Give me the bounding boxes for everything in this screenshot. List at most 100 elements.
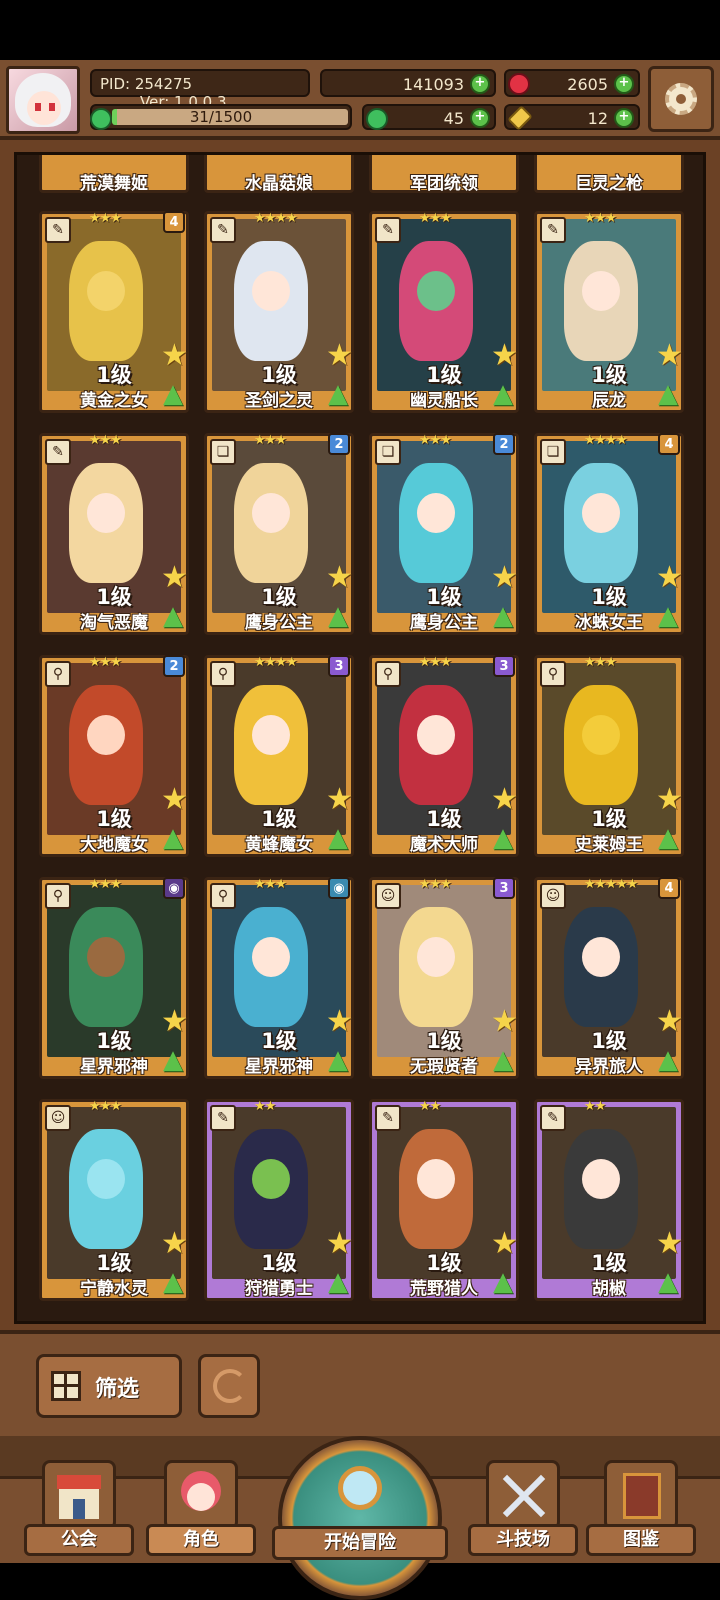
staff-icon: ⚲ — [45, 661, 71, 687]
character-card[interactable]: ☺ ★★★ 1级 宁静水灵 ★ ▲ — [39, 1099, 189, 1301]
level-up-arrow-icon[interactable]: ▲ — [328, 1045, 356, 1075]
character-card[interactable]: ✎ ★★★ 1级 辰龙 ★ ▲ — [534, 211, 684, 413]
character-card[interactable]: ✎ ★★ 1级 荒野猎人 ★ ▲ — [369, 1099, 519, 1301]
character-card[interactable]: ✎ ★★ 1级 狩猎勇士 ★ ▲ — [204, 1099, 354, 1301]
filter-button[interactable]: 筛选 — [36, 1354, 182, 1418]
star-up-icon[interactable]: ★ — [656, 785, 686, 815]
level-up-arrow-icon[interactable]: ▲ — [658, 601, 686, 631]
portrait-face — [87, 937, 125, 977]
character-card[interactable]: ✎ ★★★ 1级 黄金之女 ★ ▲ 4 — [39, 211, 189, 413]
level-up-arrow-icon[interactable]: ▲ — [493, 601, 521, 631]
character-card[interactable]: ❏ ★★★ 1级 鹰身公主 ★ ▲ 2 — [369, 433, 519, 635]
level-up-arrow-icon[interactable]: ▲ — [163, 1045, 191, 1075]
staff-icon: ⚲ — [375, 661, 401, 687]
level-up-arrow-icon[interactable]: ▲ — [328, 823, 356, 853]
character-card[interactable]: ☺ ★★★★★ 1级 异界旅人 ★ ▲ 4 — [534, 877, 684, 1079]
star-up-icon[interactable]: ★ — [161, 341, 191, 371]
rank-badge: ◉ — [328, 877, 350, 899]
star-rating: ★★★ — [89, 655, 122, 670]
nav-character[interactable]: 角色 — [146, 1446, 256, 1556]
nav-codex[interactable]: 图鉴 — [586, 1446, 696, 1556]
player-avatar[interactable] — [6, 66, 80, 134]
star-up-icon[interactable]: ★ — [656, 1229, 686, 1259]
star-rating: ★★★★ — [254, 655, 298, 670]
character-card[interactable]: ⚲ ★★★ 1级 星界邪神 ★ ▲ ◉ — [204, 877, 354, 1079]
avatar-face — [27, 91, 61, 125]
star-up-icon[interactable]: ★ — [326, 563, 356, 593]
character-card[interactable]: ⚲ ★★★ 1级 大地魔女 ★ ▲ 2 — [39, 655, 189, 857]
portrait-face — [252, 715, 290, 755]
character-card-partial[interactable]: 巨灵之枪 — [534, 155, 684, 195]
star-up-icon[interactable]: ★ — [161, 785, 191, 815]
avatar-eye — [49, 103, 55, 111]
star-up-icon[interactable]: ★ — [161, 563, 191, 593]
star-up-icon[interactable]: ★ — [161, 1007, 191, 1037]
settings-button[interactable] — [648, 66, 714, 132]
level-up-arrow-icon[interactable]: ▲ — [328, 379, 356, 409]
rank-badge: 2 — [328, 433, 350, 455]
star-up-icon[interactable]: ★ — [656, 1007, 686, 1037]
character-card[interactable]: ⚲ ★★★ 1级 魔术大师 ★ ▲ 3 — [369, 655, 519, 857]
star-up-icon[interactable]: ★ — [326, 341, 356, 371]
add-ruby-button[interactable]: + — [614, 74, 634, 94]
level-up-arrow-icon[interactable]: ▲ — [328, 601, 356, 631]
star-up-icon[interactable]: ★ — [491, 785, 521, 815]
level-up-arrow-icon[interactable]: ▲ — [658, 823, 686, 853]
nav-guild-label: 公会 — [24, 1524, 134, 1556]
level-up-arrow-icon[interactable]: ▲ — [163, 379, 191, 409]
character-card[interactable]: ✎ ★★★ 1级 幽灵船长 ★ ▲ — [369, 211, 519, 413]
level-up-arrow-icon[interactable]: ▲ — [493, 379, 521, 409]
wing-icon: ✎ — [45, 439, 71, 465]
star-up-icon[interactable]: ★ — [491, 1229, 521, 1259]
level-up-arrow-icon[interactable]: ▲ — [658, 379, 686, 409]
nav-codex-label: 图鉴 — [586, 1524, 696, 1556]
character-card[interactable]: ❏ ★★★★ 1级 冰蛛女王 ★ ▲ 4 — [534, 433, 684, 635]
character-card[interactable]: ✎ ★★★★ 1级 圣剑之灵 ★ ▲ — [204, 211, 354, 413]
star-up-icon[interactable]: ★ — [326, 1229, 356, 1259]
character-card[interactable]: ✎ ★★ 1级 胡椒 ★ ▲ — [534, 1099, 684, 1301]
star-up-icon[interactable]: ★ — [656, 563, 686, 593]
level-up-arrow-icon[interactable]: ▲ — [493, 1045, 521, 1075]
nav-guild[interactable]: 公会 — [24, 1446, 134, 1556]
reset-sort-button[interactable] — [198, 1354, 260, 1418]
star-up-icon[interactable]: ★ — [656, 341, 686, 371]
star-up-icon[interactable]: ★ — [161, 1229, 191, 1259]
star-rating: ★★★ — [584, 211, 617, 226]
grid-icon — [51, 1371, 81, 1401]
level-up-arrow-icon[interactable]: ▲ — [163, 823, 191, 853]
character-card-partial[interactable]: 荒漠舞姬 — [39, 155, 189, 195]
character-card-partial[interactable]: 军团统领 — [369, 155, 519, 195]
staff-icon: ⚲ — [540, 661, 566, 687]
level-up-arrow-icon[interactable]: ▲ — [163, 601, 191, 631]
character-list[interactable]: 荒漠舞姬 水晶菇娘 军团统领 巨灵之枪 ✎ ★★★ 1级 黄金之女 ★ ▲ 4 … — [14, 152, 706, 1324]
character-card[interactable]: ⚲ ★★★ 1级 星界邪神 ★ ▲ ◉ — [39, 877, 189, 1079]
character-card[interactable]: ✎ ★★★ 1级 淘气恶魔 ★ ▲ — [39, 433, 189, 635]
gear-icon-center — [676, 94, 686, 104]
add-clover-button[interactable]: + — [470, 108, 490, 128]
star-up-icon[interactable]: ★ — [491, 563, 521, 593]
character-card[interactable]: ❏ ★★★ 1级 鹰身公主 ★ ▲ 2 — [204, 433, 354, 635]
character-card[interactable]: ⚲ ★★★★ 1级 黄蜂魔女 ★ ▲ 3 — [204, 655, 354, 857]
level-up-arrow-icon[interactable]: ▲ — [493, 1267, 521, 1297]
book-icon: ❏ — [210, 439, 236, 465]
xp-text: 31/1500 — [189, 108, 253, 126]
star-rating: ★★★ — [419, 433, 452, 448]
nav-arena[interactable]: 斗技场 — [468, 1446, 578, 1556]
level-up-arrow-icon[interactable]: ▲ — [493, 823, 521, 853]
star-up-icon[interactable]: ★ — [491, 341, 521, 371]
level-up-arrow-icon[interactable]: ▲ — [658, 1045, 686, 1075]
wing-icon: ✎ — [210, 217, 236, 243]
star-rating: ★★★ — [254, 433, 287, 448]
star-up-icon[interactable]: ★ — [491, 1007, 521, 1037]
character-card-partial[interactable]: 水晶菇娘 — [204, 155, 354, 195]
star-up-icon[interactable]: ★ — [326, 1007, 356, 1037]
character-card[interactable]: ⚲ ★★★ 1级 史莱姆王 ★ ▲ — [534, 655, 684, 857]
character-card[interactable]: ☺ ★★★ 1级 无瑕贤者 ★ ▲ 3 — [369, 877, 519, 1079]
level-up-arrow-icon[interactable]: ▲ — [328, 1267, 356, 1297]
add-gold-button[interactable]: + — [470, 74, 490, 94]
level-up-arrow-icon[interactable]: ▲ — [163, 1267, 191, 1297]
add-key-button[interactable]: + — [614, 108, 634, 128]
star-up-icon[interactable]: ★ — [326, 785, 356, 815]
start-adventure-button[interactable]: 开始冒险 — [272, 1436, 448, 1600]
level-up-arrow-icon[interactable]: ▲ — [658, 1267, 686, 1297]
